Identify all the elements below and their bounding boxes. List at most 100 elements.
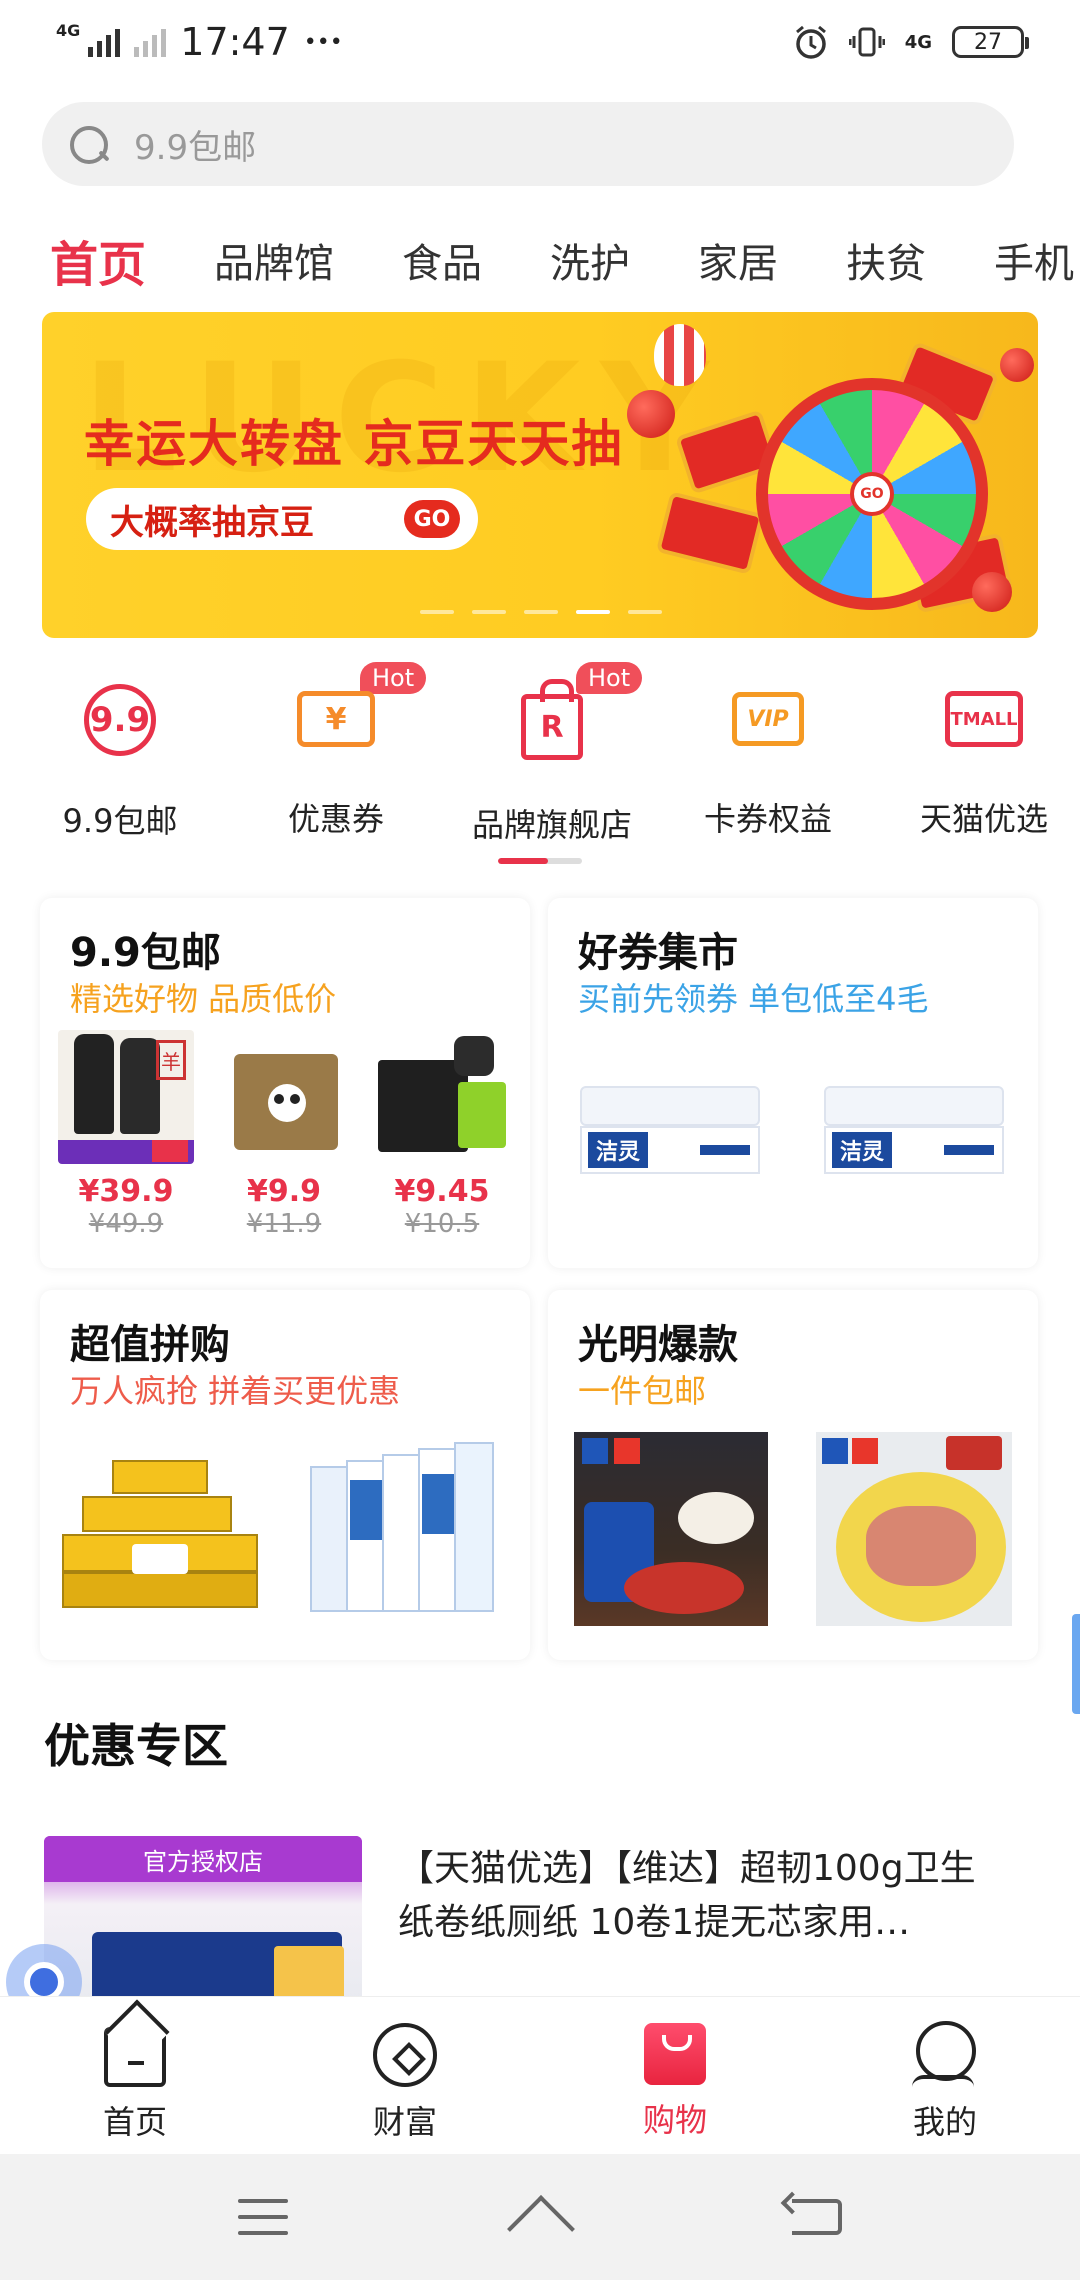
product-tile[interactable]: 洁灵 [824, 1086, 1004, 1176]
signal-icon [88, 27, 121, 57]
banner-cta-label: 大概率抽京豆 [110, 502, 314, 543]
product-image[interactable] [62, 1460, 258, 1610]
tmall-glyph: TMALL [945, 691, 1023, 747]
entry-label: 优惠券 [287, 800, 384, 838]
shopping-bag-icon [644, 2023, 706, 2085]
product-price: ¥39.9 [78, 1174, 174, 1209]
hot-air-balloon-icon [654, 324, 706, 386]
tab-brand-hall[interactable]: 品牌馆 [214, 231, 334, 289]
nine-nine-glyph: 9.9 [84, 684, 156, 756]
banner-dot[interactable] [628, 610, 662, 614]
section-title-deals: 优惠专区 [44, 1719, 228, 1773]
status-right: 4G 27 [793, 24, 1029, 60]
tab-phones[interactable]: 手机 [994, 231, 1074, 289]
coupon-icon: ¥ [296, 684, 376, 754]
product-original-price: ¥10.5 [404, 1209, 480, 1239]
product-brand: 洁灵 [588, 1132, 649, 1168]
entry-tmall-select[interactable]: TMALL 天猫优选 [884, 660, 1080, 840]
red-envelope-icon [655, 491, 765, 575]
banner-pagination [420, 610, 662, 614]
entry-label: 品牌旗舰店 [471, 806, 632, 844]
card-title: 好券集市 [578, 930, 738, 976]
deal-image-label: 官方授权店 [44, 1836, 362, 1882]
decor-ball [1000, 348, 1034, 382]
entry-label: 9.9包邮 [62, 802, 178, 840]
coupon-glyph: ¥ [297, 691, 375, 747]
banner-go-button[interactable]: GO [404, 500, 460, 538]
back-icon[interactable] [791, 2199, 842, 2235]
product-image[interactable] [816, 1432, 1012, 1626]
category-tabs: 首页 品牌馆 食品 洗护 家居 扶贫 手机 [0, 220, 1080, 300]
card-subtitle: 精选好物 品质低价 [70, 980, 337, 1018]
signal-2-icon [134, 27, 167, 57]
product-tile[interactable]: ¥9.9 ¥11.9 [216, 1030, 352, 1239]
shopping-bag-icon: R [512, 679, 592, 760]
product-tile[interactable]: 羊 ¥39.9 ¥49.9 [58, 1030, 194, 1239]
entry-coupons[interactable]: Hot ¥ 优惠券 [236, 660, 436, 840]
card-coupon-market[interactable]: 好券集市 买前先领券 单包低至4毛 洁灵 洁灵 [548, 898, 1038, 1268]
nav-label: 购物 [642, 2101, 707, 2139]
entry-label: 卡券权益 [703, 800, 832, 838]
product-image [824, 1086, 1004, 1126]
recent-apps-icon[interactable] [238, 2199, 289, 2235]
product-price: ¥9.9 [246, 1174, 322, 1209]
banner-cta[interactable]: 大概率抽京豆 GO [86, 488, 478, 550]
nav-shopping[interactable]: 购物 [540, 1997, 810, 2154]
banner-dot[interactable] [524, 610, 558, 614]
card-title: 超值拼购 [70, 1322, 230, 1368]
decor-ball [627, 390, 675, 438]
tab-home-goods[interactable]: 家居 [698, 231, 778, 289]
search-placeholder: 9.9包邮 [134, 127, 257, 168]
bottom-nav: 首页 财富 购物 我的 [0, 1996, 1080, 2154]
deal-item[interactable]: 官方授权店 【天猫优选】【维达】超韧100g卫生纸卷纸厕纸 10卷1提无芯家用… [30, 1822, 1050, 2002]
status-left: 4G 17:47 ••• [56, 20, 343, 64]
card-subtitle: 万人疯抢 拼着买更优惠 [70, 1372, 401, 1410]
nav-home[interactable]: 首页 [0, 1997, 270, 2154]
tab-wash-care[interactable]: 洗护 [550, 231, 630, 289]
product-brand: 洁灵 [832, 1132, 893, 1168]
product-tile[interactable]: 洁灵 [580, 1086, 760, 1176]
promo-banner[interactable]: LUCKY 幸运大转盘 京豆天天抽 大概率抽京豆 GO GO [42, 312, 1038, 638]
card-title: 9.9包邮 [70, 930, 221, 976]
home-button-icon[interactable] [505, 2197, 575, 2237]
alarm-icon [795, 25, 826, 59]
nav-wealth[interactable]: 财富 [270, 1997, 540, 2154]
banner-dot-active[interactable] [576, 610, 610, 614]
network-type: 4G [56, 20, 81, 40]
vibrate-icon [848, 27, 885, 57]
entry-label: 天猫优选 [919, 800, 1048, 838]
banner-dot[interactable] [472, 610, 506, 614]
deal-image: 官方授权店 [44, 1836, 362, 2002]
tab-poverty-aid[interactable]: 扶贫 [846, 231, 926, 289]
decor-ball [972, 572, 1012, 612]
deal-title: 【天猫优选】【维达】超韧100g卫生纸卷纸厕纸 10卷1提无芯家用… [398, 1848, 976, 1943]
system-nav-bar [0, 2154, 1080, 2280]
wheel-go-label: GO [850, 472, 894, 516]
entry-9-9-baoyou[interactable]: 9.9 9.9包邮 [20, 660, 220, 840]
entry-card-vouchers[interactable]: VIP 卡券权益 [668, 660, 868, 840]
product-image [374, 1030, 510, 1164]
product-image: 羊 [58, 1030, 194, 1164]
entry-brand-flagship[interactable]: Hot R 品牌旗舰店 [452, 660, 652, 844]
product-image [580, 1086, 760, 1126]
nav-me[interactable]: 我的 [810, 1997, 1080, 2154]
product-image[interactable] [574, 1432, 768, 1626]
card-guangming[interactable]: 光明爆款 一件包邮 [548, 1290, 1038, 1660]
product-image[interactable] [310, 1440, 506, 1616]
card-9-9-baoyou[interactable]: 9.9包邮 精选好物 品质低价 羊 ¥39.9 ¥49.9 ¥9.9 ¥11.9… [40, 898, 530, 1268]
vip-glyph: VIP [732, 692, 804, 746]
tab-food[interactable]: 食品 [402, 231, 482, 289]
card-group-buy[interactable]: 超值拼购 万人疯抢 拼着买更优惠 [40, 1290, 530, 1660]
tab-home[interactable]: 首页 [50, 225, 146, 295]
product-price: ¥9.45 [394, 1174, 490, 1209]
product-original-price: ¥49.9 [88, 1209, 164, 1239]
more-indicator: ••• [303, 29, 343, 55]
product-tile[interactable]: ¥9.45 ¥10.5 [374, 1030, 510, 1239]
card-subtitle: 买前先领券 单包低至4毛 [578, 980, 929, 1018]
search-icon [66, 122, 110, 166]
search-bar[interactable]: 9.9包邮 [42, 102, 1014, 186]
side-drawer-tab[interactable] [1072, 1614, 1080, 1714]
card-subtitle: 一件包邮 [578, 1372, 707, 1410]
tmall-icon: TMALL [944, 684, 1024, 754]
banner-dot[interactable] [420, 610, 454, 614]
